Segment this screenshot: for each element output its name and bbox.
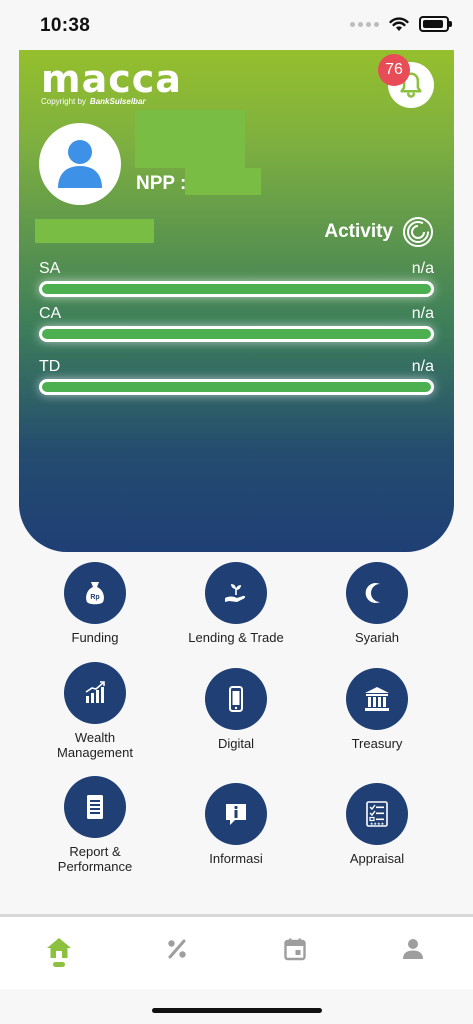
document-icon [64, 776, 126, 838]
status-bar: 10:38 [0, 0, 473, 50]
profile-header-card: macca Copyright by BankSulselbar 76 NPP … [19, 50, 454, 552]
info-bubble-icon [205, 783, 267, 845]
notification-badge: 76 [378, 54, 410, 86]
progress-track [39, 379, 434, 395]
account-bar-td: TD n/a [39, 358, 434, 395]
smartphone-icon [205, 668, 267, 730]
status-time: 10:38 [40, 15, 91, 36]
logo-wordmark: macca [41, 57, 182, 101]
hand-plant-icon [205, 562, 267, 624]
menu-report-performance[interactable]: Report & Performance [20, 776, 170, 874]
account-bar-sa: SA n/a [39, 260, 434, 297]
account-value: n/a [411, 260, 434, 277]
calendar-icon [284, 938, 306, 961]
account-label: TD [39, 358, 61, 375]
nav-profile[interactable] [395, 937, 431, 973]
account-value: n/a [411, 305, 434, 322]
menu-funding[interactable]: Rp Funding [20, 562, 170, 645]
menu-label: Report & Performance [57, 844, 133, 874]
money-bag-icon: Rp [64, 562, 126, 624]
avatar[interactable] [39, 123, 121, 205]
nav-home[interactable] [41, 937, 77, 973]
progress-fill [42, 382, 431, 392]
account-label: SA [39, 260, 61, 277]
bar-chart-icon [64, 662, 126, 724]
nav-calendar[interactable] [277, 937, 313, 973]
home-indicator-bar [152, 1008, 322, 1013]
status-icons [350, 16, 452, 32]
svg-text:Rp: Rp [90, 594, 99, 601]
user-unit-redacted [35, 219, 154, 243]
menu-label: Syariah [354, 630, 400, 645]
menu-lending-trade[interactable]: Lending & Trade [161, 562, 311, 645]
menu-digital[interactable]: Digital [161, 668, 311, 751]
menu-label: Treasury [351, 736, 403, 751]
menu-label: Lending & Trade [188, 630, 284, 645]
menu-label: Digital [217, 736, 255, 751]
menu-label: Informasi [209, 851, 263, 866]
progress-fill [42, 329, 431, 339]
activity-button[interactable]: Activity [324, 216, 434, 248]
home-icon [47, 938, 71, 958]
account-bar-ca: CA n/a [39, 305, 434, 342]
menu-informasi[interactable]: Informasi [161, 783, 311, 866]
wifi-icon [389, 16, 409, 31]
menu-syariah[interactable]: Syariah [302, 562, 452, 645]
logo-brand-text: BankSulselbar [89, 97, 146, 106]
cellular-signal-icon [350, 21, 379, 27]
activity-spiral-icon [403, 217, 433, 247]
logo-copyright-text: Copyright by [41, 97, 86, 106]
user-avatar-icon [58, 140, 102, 188]
checklist-icon: ★★★★ [346, 783, 408, 845]
battery-icon [419, 16, 452, 32]
progress-fill [42, 284, 431, 294]
npp-value-redacted [185, 168, 261, 195]
menu-treasury[interactable]: Treasury [302, 668, 452, 751]
bottom-navigation [0, 914, 473, 989]
active-tab-indicator [53, 962, 65, 967]
npp-label: NPP : [136, 173, 187, 194]
crescent-icon [346, 562, 408, 624]
macca-logo: macca Copyright by BankSulselbar [41, 60, 182, 106]
menu-label: Appraisal [349, 851, 405, 866]
menu-appraisal[interactable]: ★★★★ Appraisal [302, 783, 452, 866]
user-name-redacted [135, 110, 245, 168]
menu-label: Funding [71, 630, 119, 645]
menu-label: Wealth Management [57, 730, 133, 760]
account-value: n/a [411, 358, 434, 375]
svg-text:★★★★: ★★★★ [370, 821, 385, 826]
account-label: CA [39, 305, 62, 322]
progress-track [39, 281, 434, 297]
bank-building-icon [346, 668, 408, 730]
user-icon [403, 939, 423, 959]
percent-icon [168, 939, 186, 959]
menu-wealth-management[interactable]: Wealth Management [20, 662, 170, 760]
nav-promo[interactable] [159, 937, 195, 973]
activity-label: Activity [324, 221, 393, 242]
progress-track [39, 326, 434, 342]
